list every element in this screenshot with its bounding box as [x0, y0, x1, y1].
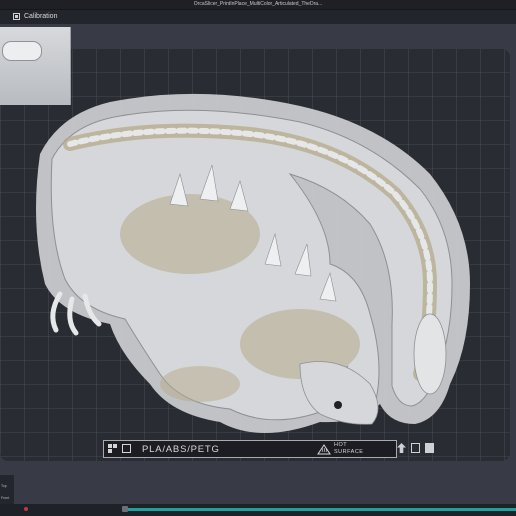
plate-logo-icon-2 [122, 444, 132, 454]
view-top-button[interactable]: Top [1, 484, 7, 488]
material-label: PLA/ABS/PETG [142, 444, 220, 455]
tab-calibration[interactable]: Calibration [24, 12, 57, 22]
hot-surface-line2: SURFACE [334, 448, 364, 455]
window-title: OrcaSlicer_PrintInPlace_MultiColor_Artic… [193, 1, 323, 7]
layer-timeline-slider[interactable] [128, 508, 516, 511]
tab-bar: Calibration [0, 10, 516, 24]
3d-viewport[interactable] [0, 24, 516, 504]
hot-surface-label: HOT SURFACE [334, 442, 363, 455]
square-icon [411, 443, 420, 453]
plate-logo-icon [108, 444, 118, 454]
title-bar: OrcaSlicer_PrintInPlace_MultiColor_Artic… [0, 0, 516, 10]
trash-icon [425, 443, 434, 453]
view-front-button[interactable]: Front [1, 496, 9, 500]
timeline-start-dot [24, 507, 28, 511]
left-view-tools: Top Front [0, 475, 14, 505]
hot-surface-warning-icon [317, 444, 331, 455]
calibration-icon[interactable] [13, 13, 20, 20]
thumbnail-model [2, 41, 42, 61]
plate-preview-thumbnail[interactable] [0, 27, 71, 105]
build-plate [0, 49, 510, 461]
plate-label-strip: PLA/ABS/PETG HOT SURFACE [103, 440, 397, 458]
